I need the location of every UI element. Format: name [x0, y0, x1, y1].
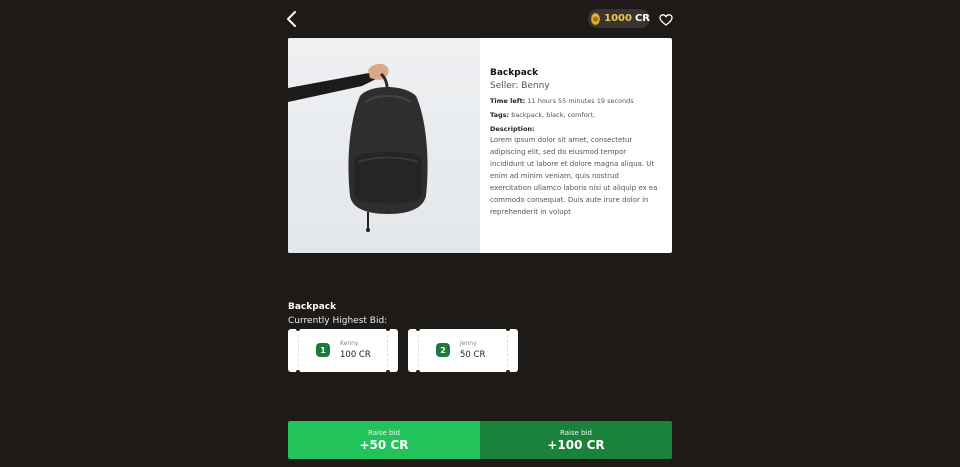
bids-subtitle: Currently Highest Bid:	[288, 316, 388, 326]
bid-ticket: 1 Kenny 100 CR	[288, 327, 398, 374]
coin-icon: ●	[591, 12, 601, 25]
product-info: Backpack Seller: Benny Time left: 11 hou…	[480, 38, 672, 253]
tags-value: backpack, black, comfort,	[511, 111, 596, 119]
backpack-image	[288, 63, 428, 232]
bid-rank-badge: 1	[316, 343, 330, 357]
time-left-value: 11 hours 55 minutes 19 seconds	[527, 97, 634, 105]
bid-rank-badge: 2	[436, 343, 450, 357]
raise-bid-100-button[interactable]: Raise bid +100 CR	[480, 421, 672, 459]
tags: Tags: backpack, black, comfort,	[490, 111, 662, 119]
heart-icon	[659, 14, 673, 26]
product-photo	[288, 38, 480, 253]
bids-title: Backpack	[288, 302, 337, 312]
coin-amount: 1000	[604, 13, 632, 24]
seller-name: Seller: Benny	[490, 81, 550, 91]
chevron-left-icon	[287, 11, 296, 27]
raise-bid-label: Raise bid	[368, 428, 400, 437]
coin-unit: CR	[634, 13, 650, 24]
bid-amount: 50 CR	[460, 350, 486, 360]
favorite-button[interactable]	[659, 12, 673, 26]
time-left: Time left: 11 hours 55 minutes 19 second…	[490, 97, 662, 105]
description-text: Lorem ipsum dolor sit amet, consectetur …	[490, 136, 658, 216]
bidder-name: Kenny	[340, 340, 359, 347]
time-left-label: Time left:	[490, 97, 526, 105]
product-card: Backpack Seller: Benny Time left: 11 hou…	[288, 38, 672, 253]
product-title: Backpack	[490, 68, 539, 78]
raise-bid-amount: +50 CR	[359, 437, 409, 452]
raise-bid-label: Raise bid	[560, 428, 592, 437]
coin-balance: ● 1000 CR	[588, 9, 650, 28]
raise-bid-50-button[interactable]: Raise bid +50 CR	[288, 421, 480, 459]
description-label: Description:	[490, 125, 535, 133]
back-button[interactable]	[284, 10, 300, 28]
tags-label: Tags:	[490, 111, 510, 119]
bid-ticket: 2 Jenny 50 CR	[408, 327, 518, 374]
raise-bid-amount: +100 CR	[547, 437, 605, 452]
bid-amount: 100 CR	[340, 350, 371, 360]
bidder-name: Jenny	[460, 340, 477, 347]
